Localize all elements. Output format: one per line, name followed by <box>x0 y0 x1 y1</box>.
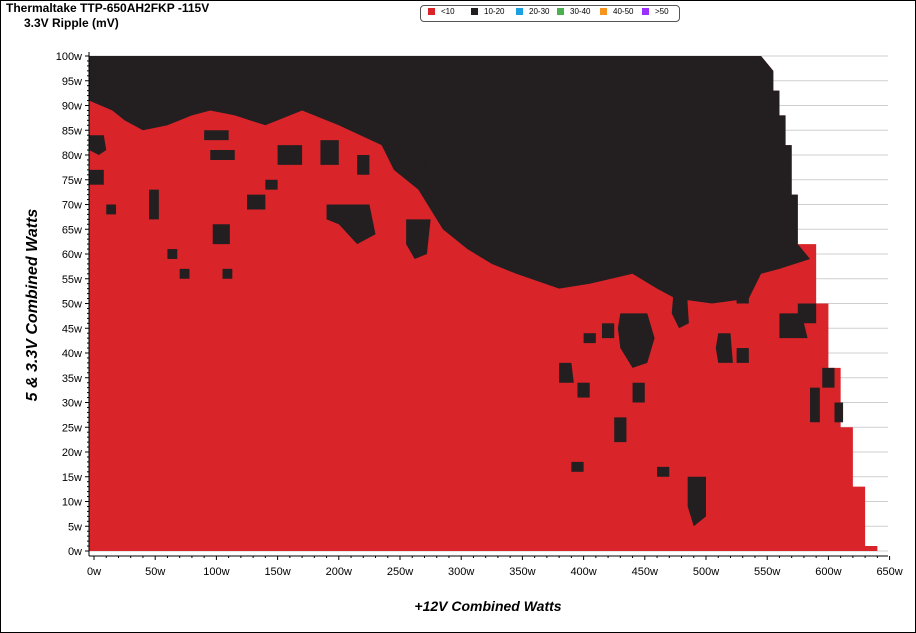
ripple-region-10-20 <box>357 155 370 175</box>
ripple-region-10-20 <box>167 249 178 259</box>
ripple-region-10-20 <box>583 333 596 344</box>
y-tick-label: 95w <box>62 76 82 88</box>
y-tick-label: 65w <box>62 224 82 236</box>
x-tick-label: 0w <box>87 566 101 578</box>
ripple-region-10-20 <box>571 461 584 472</box>
x-tick-label: 650w <box>876 566 902 578</box>
y-tick-label: 10w <box>62 497 82 509</box>
x-tick-label: 150w <box>264 566 290 578</box>
ripple-region-10-20 <box>822 367 835 388</box>
ripple-region-10-20 <box>559 362 574 383</box>
ripple-region-10-20 <box>715 333 733 363</box>
x-tick-label: 200w <box>326 566 352 578</box>
x-tick-label: 100w <box>203 566 229 578</box>
y-tick-label: 50w <box>62 299 82 311</box>
ripple-region-10-20 <box>736 348 749 363</box>
y-tick-label: 15w <box>62 472 82 484</box>
x-tick-label: 500w <box>693 566 719 578</box>
ripple-region-10-20 <box>89 169 104 185</box>
ripple-region-10-20 <box>212 224 230 245</box>
ripple-region-10-20 <box>577 382 590 398</box>
heatmap-plot: 0w 5w 10w 15w 20w 25w 30w 35w 40w 45w 50w 55w 60w 65w… <box>56 51 903 578</box>
ripple-region-10-20 <box>614 417 627 443</box>
ripple-region-10-20 <box>320 140 339 165</box>
ripple-region-10-20 <box>247 194 266 210</box>
ripple-region-10-20 <box>204 130 229 141</box>
ripple-region-10-20 <box>657 466 670 477</box>
ripple-region-10-20 <box>601 323 615 339</box>
ripple-region-10-20 <box>834 402 844 423</box>
y-tick-label: 80w <box>62 150 82 162</box>
x-tick-label: 50w <box>145 566 165 578</box>
ripple-region-10-20 <box>632 382 645 403</box>
x-tick-label: 350w <box>509 566 535 578</box>
y-tick-label: 55w <box>62 274 82 286</box>
ripple-region-10-20 <box>210 150 235 160</box>
y-tick-label: 35w <box>62 373 82 385</box>
ripple-region-10-20 <box>106 204 117 215</box>
y-tick-label: 45w <box>62 323 82 335</box>
x-tick-label: 600w <box>815 566 841 578</box>
y-tick-label: 20w <box>62 447 82 459</box>
x-tick-label: 550w <box>754 566 780 578</box>
y-tick-label: 5w <box>68 521 82 533</box>
y-tick-label: 30w <box>62 398 82 410</box>
y-tick-label: 25w <box>62 422 82 434</box>
ripple-region-10-20 <box>222 268 233 279</box>
ripple-region-10-20 <box>810 387 820 423</box>
y-tick-label: 100w <box>56 51 82 63</box>
ripple-region-10-20 <box>797 303 817 324</box>
ripple-region-10-20 <box>736 293 749 304</box>
y-tick-label: 75w <box>62 175 82 187</box>
x-tick-label: 250w <box>387 566 413 578</box>
x-tick-label: 400w <box>570 566 596 578</box>
ripple-region-10-20 <box>149 189 159 220</box>
ripple-region-10-20 <box>277 145 303 165</box>
y-tick-label: 90w <box>62 101 82 113</box>
y-tick-label: 70w <box>62 200 82 212</box>
ripple-region-10-20 <box>412 155 425 170</box>
y-tick-label: 40w <box>62 348 82 360</box>
y-tick-label: 85w <box>62 125 82 137</box>
ripple-region-10-20 <box>265 179 278 190</box>
x-tick-label: 300w <box>448 566 474 578</box>
x-tick-label: 450w <box>632 566 658 578</box>
y-tick-label: 60w <box>62 249 82 261</box>
y-tick-label: 0w <box>68 546 82 558</box>
ripple-region-10-20 <box>179 268 190 279</box>
